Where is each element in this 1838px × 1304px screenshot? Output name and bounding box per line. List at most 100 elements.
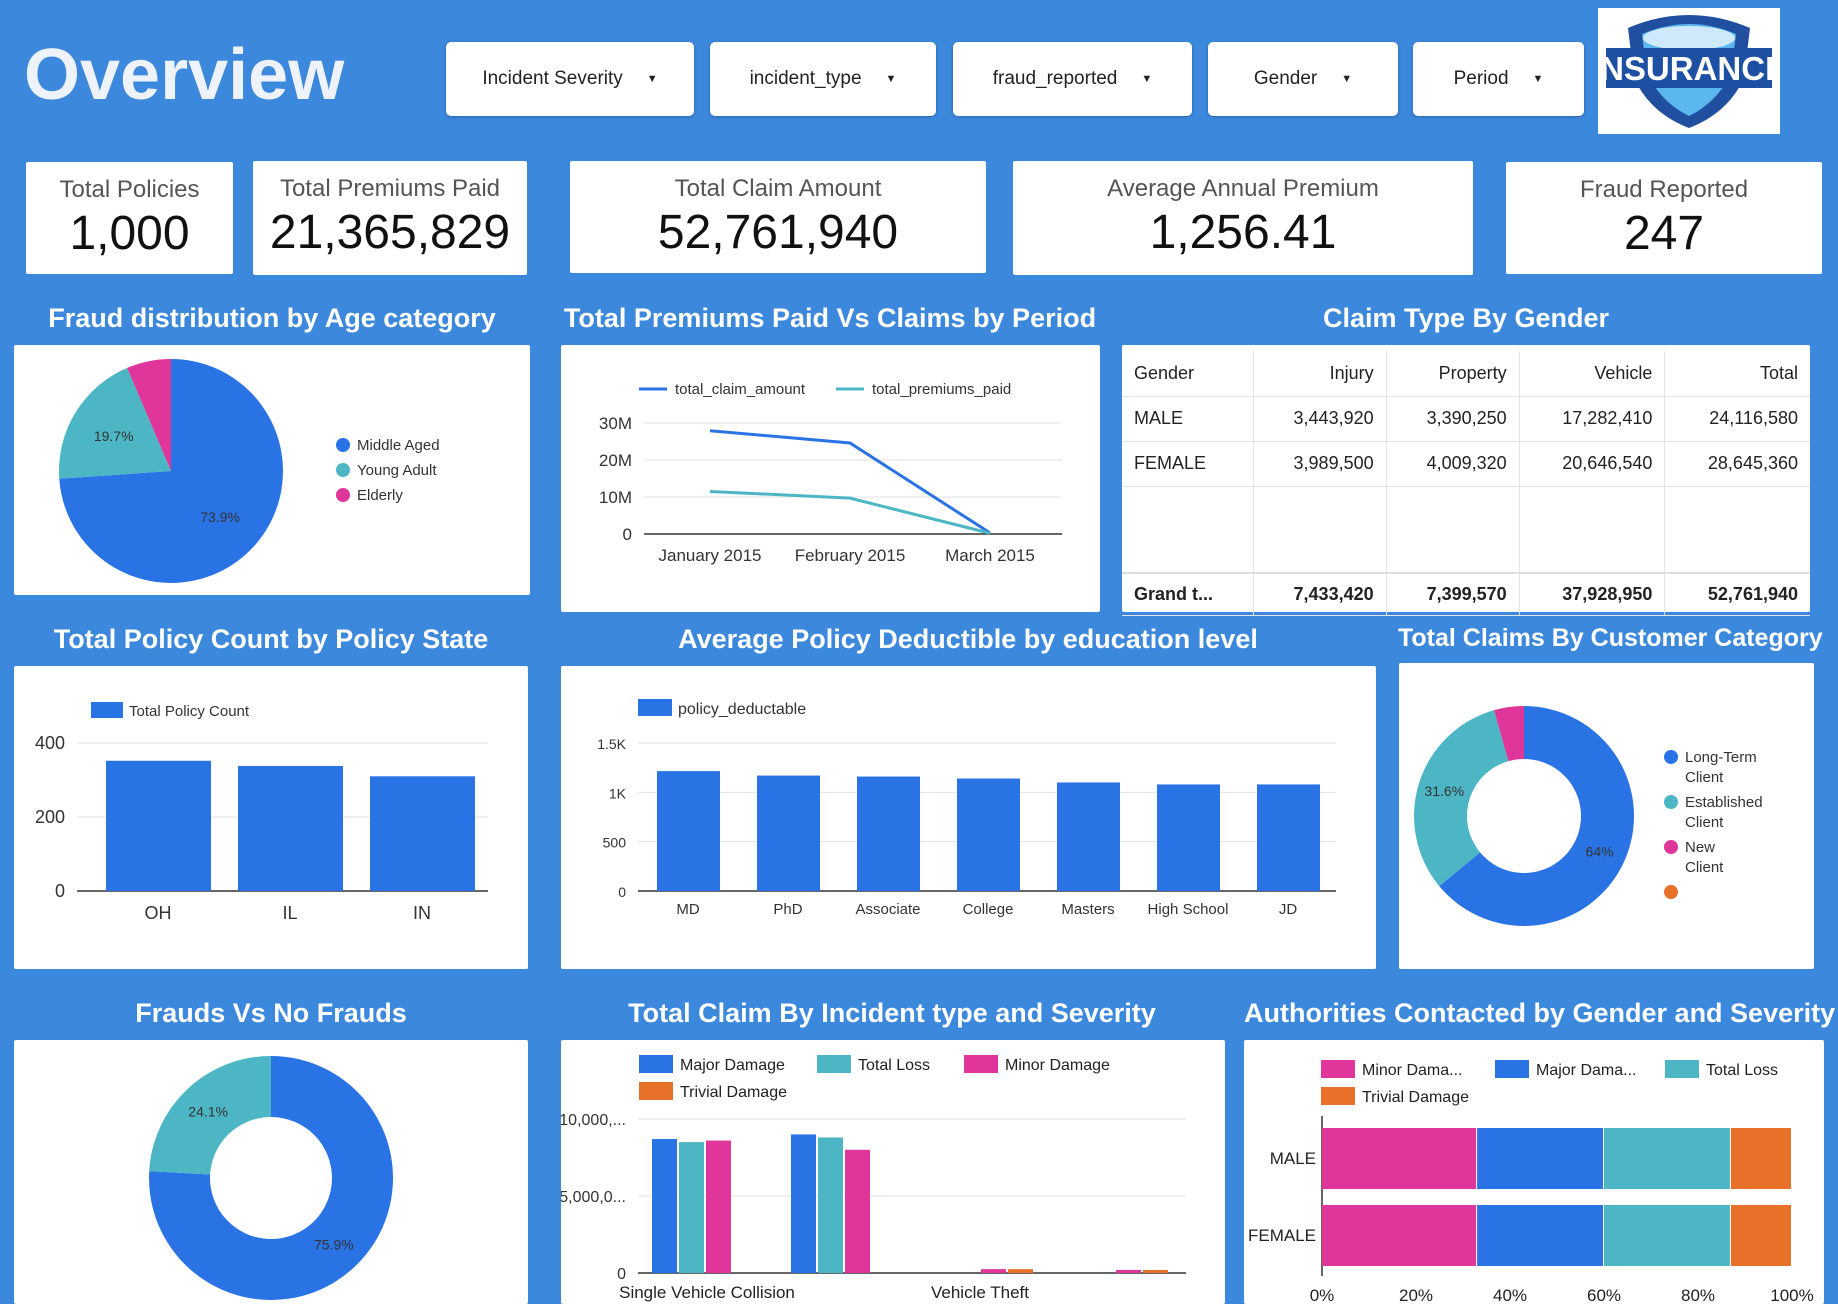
panel-title-policy-state: Total Policy Count by Policy State (53, 624, 489, 654)
table-cell: MALE (1122, 396, 1254, 442)
table-header[interactable]: Total (1664, 351, 1810, 397)
filter-period[interactable]: Period ▼ (1413, 42, 1584, 116)
x-tick-label: 40% (1493, 1286, 1527, 1304)
kpi-label: Average Annual Premium (1107, 175, 1379, 202)
y-tick-label: 500 (603, 835, 627, 851)
bar (1477, 1128, 1603, 1189)
legend-label: Client (1685, 814, 1724, 831)
table-cell: 7,433,420 (1252, 572, 1387, 616)
kpi-label: Total Claim Amount (674, 175, 882, 202)
legend-marker (1664, 840, 1678, 854)
legend-label: Major Dama... (1536, 1062, 1636, 1079)
kpi-average-annual-premium: Average Annual Premium 1,256.41 (1013, 161, 1473, 275)
chart-card-customer-category: 64% 31.6% Long-Term Client Established Client… (1399, 663, 1814, 969)
filter-fraud-reported[interactable]: fraud_reported ▼ (953, 42, 1192, 116)
kpi-total-premiums: Total Premiums Paid 21,365,829 (253, 161, 527, 275)
table-cell: 3,989,500 (1252, 441, 1387, 487)
table-row: MALE 3,443,920 3,390,250 17,282,410 24,116,5… (1122, 396, 1810, 442)
y-tick-label: 0 (55, 881, 65, 901)
y-tick-label: 1K (609, 785, 627, 801)
y-tick-label: 10M (599, 488, 632, 507)
table-header[interactable]: Vehicle (1518, 351, 1665, 397)
legend-label: Young Adult (357, 462, 437, 479)
table-header[interactable]: Property (1385, 351, 1520, 397)
slice-data-label: 75.9% (314, 1237, 354, 1253)
x-tick-label: Associate (855, 901, 920, 918)
table-row: FEMALE 3,989,500 4,009,320 20,646,540 28,645… (1122, 441, 1810, 487)
x-tick-label: 20% (1399, 1286, 1433, 1304)
chevron-down-icon: ▼ (646, 73, 658, 85)
kpi-label: Fraud Reported (1579, 176, 1749, 203)
kpi-total-claim-amount: Total Claim Amount 52,761,940 (570, 161, 986, 273)
legend-marker (1321, 1087, 1355, 1105)
slice-data-label: 19.7% (94, 428, 134, 444)
panel-title-deductible-edu: Average Policy Deductible by education l… (678, 624, 1258, 654)
filter-gender[interactable]: Gender ▼ (1208, 42, 1398, 116)
legend-label: Established (1685, 794, 1763, 811)
legend-marker (1664, 750, 1678, 764)
x-tick-label: PhD (773, 901, 802, 918)
y-tick-label: 0 (618, 884, 626, 900)
legend-label: Elderly (357, 487, 403, 504)
table-header[interactable]: Injury (1252, 351, 1387, 397)
filter-label: fraud_reported (992, 68, 1118, 89)
table-cell: 24,116,580 (1664, 396, 1810, 442)
table-cell: 17,282,410 (1518, 396, 1665, 442)
y-tick-label: 0 (617, 1266, 626, 1283)
filter-incident-severity[interactable]: Incident Severity ▼ (446, 42, 694, 116)
bar (791, 1134, 816, 1273)
table-header[interactable]: Gender (1122, 351, 1254, 397)
x-tick-label: Single Vehicle Collision (619, 1283, 795, 1302)
panel-title-incident-severity: Total Claim By Incident type and Severit… (628, 998, 1156, 1028)
chart-card-premiums-claims: total_claim_amount total_premiums_paid 30M… (561, 345, 1100, 612)
table-cell: 4,009,320 (1385, 441, 1520, 487)
x-tick-label: 60% (1587, 1286, 1621, 1304)
y-tick-label: FEMALE (1248, 1226, 1316, 1245)
bar (106, 760, 211, 891)
x-tick-label: 100% (1770, 1286, 1813, 1304)
filter-label: Gender (1253, 68, 1318, 89)
chevron-down-icon: ▼ (1532, 73, 1544, 85)
x-tick-label: March 2015 (945, 546, 1035, 565)
chart-card-policy-state: Total Policy Count 400 200 0 OH IL IN (14, 666, 528, 969)
filter-incident-type[interactable]: incident_type ▼ (710, 42, 936, 116)
legend-label: New (1685, 839, 1715, 856)
legend-label: total_claim_amount (675, 381, 806, 398)
bar (1604, 1128, 1730, 1189)
x-tick-label: College (963, 901, 1014, 918)
legend-marker (964, 1055, 998, 1073)
bar (957, 778, 1020, 891)
page-title: Overview (24, 35, 345, 115)
x-tick-label: February 2015 (795, 546, 906, 565)
y-tick-label: 1.5K (597, 736, 626, 752)
legend-marker (336, 463, 350, 477)
table-cell: 3,443,920 (1252, 396, 1387, 442)
bar (857, 776, 920, 891)
bar (1730, 1128, 1791, 1189)
panel-title-age-fraud: Fraud distribution by Age category (48, 303, 496, 333)
chart-card-incident-severity: Major Damage Total Loss Minor Damage Trivia… (559, 1040, 1225, 1304)
kpi-value: 1,000 (69, 207, 190, 260)
table-total-row: Grand t... 7,433,420 7,399,570 37,928,950 52… (1122, 572, 1810, 616)
bar (1322, 1128, 1477, 1189)
bar (1057, 782, 1120, 891)
kpi-total-policies: Total Policies 1,000 (26, 162, 233, 274)
bar (238, 765, 343, 891)
bar (679, 1142, 704, 1273)
bar (1257, 784, 1320, 891)
x-tick-label: IL (282, 903, 297, 923)
bar (818, 1137, 843, 1273)
bar (706, 1140, 731, 1273)
kpi-value: 1,256.41 (1149, 206, 1337, 259)
legend-label: policy_deductable (678, 701, 806, 718)
y-tick-label: 5,000,0... (561, 1189, 626, 1206)
y-tick-label: 20M (599, 451, 632, 470)
legend-marker (336, 438, 350, 452)
table-claim-type-gender: Gender Injury Property Vehicle Total MALE 3,4… (1122, 345, 1810, 616)
x-tick-label: JD (1279, 901, 1298, 918)
chevron-down-icon: ▼ (1341, 73, 1353, 85)
filter-label: Incident Severity (482, 68, 623, 89)
legend-label: Trivial Damage (680, 1084, 787, 1101)
chart-card-authorities: Minor Dama... Major Dama... Total Loss Triv… (1244, 1040, 1824, 1304)
table-cell: 37,928,950 (1518, 572, 1665, 616)
